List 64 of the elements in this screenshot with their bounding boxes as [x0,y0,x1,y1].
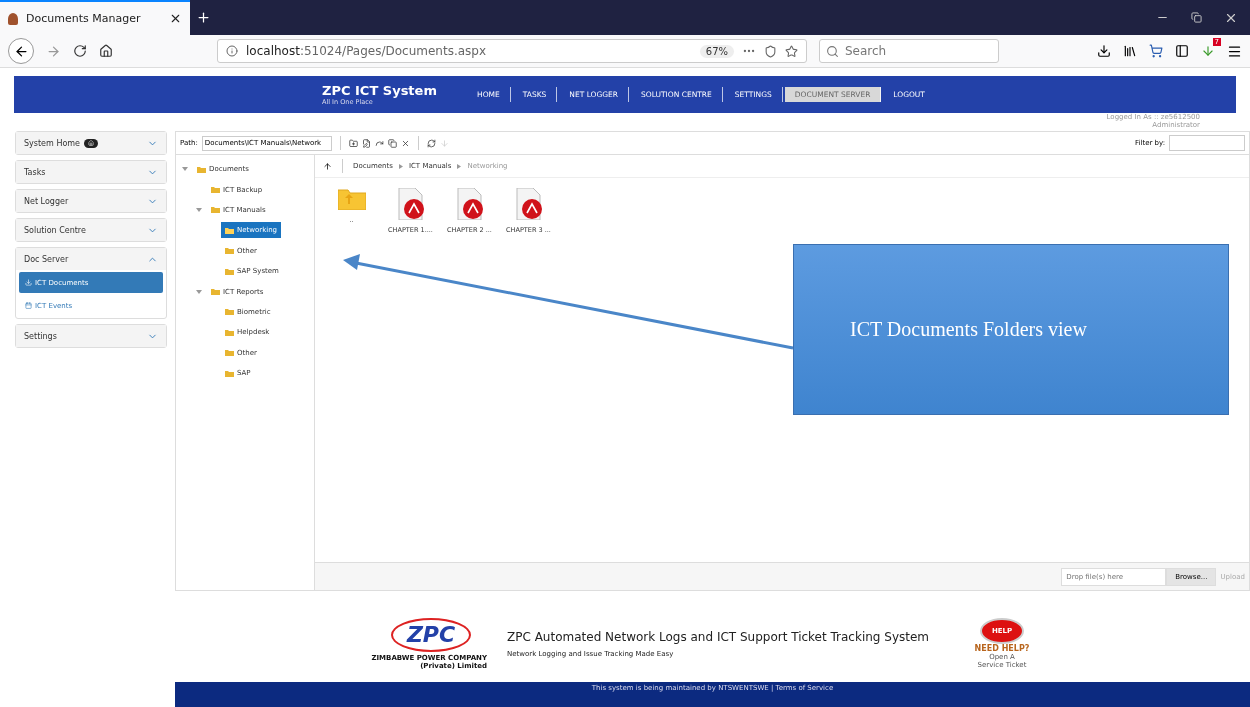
rename-icon[interactable] [361,138,371,148]
site-title: ZPC ICT System [322,83,438,98]
favicon-icon [8,12,18,25]
extension-icon[interactable] [1201,44,1215,58]
new-folder-icon[interactable] [348,138,358,148]
zoom-level[interactable]: 67% [699,44,734,58]
folder-up-icon [337,188,366,210]
reload-icon[interactable] [73,44,87,58]
calendar-icon [25,302,32,309]
browser-tab[interactable]: Documents Manager [0,0,190,35]
sidebar-item[interactable]: System Home [16,132,166,154]
folder-icon [225,369,234,377]
folder-icon [225,267,234,275]
folder-icon [225,247,234,255]
info-icon [226,45,238,57]
filter-field[interactable] [1169,135,1245,151]
expand-down-icon[interactable] [196,206,202,213]
shield-icon[interactable] [764,44,777,58]
refresh-icon[interactable] [426,138,436,148]
forward-icon[interactable] [46,43,61,59]
close-icon[interactable] [169,12,182,25]
back-button[interactable] [8,38,34,64]
folder-icon [225,349,234,357]
folder-icon [197,165,206,173]
folder-icon [225,308,234,316]
library-icon[interactable] [1123,44,1137,58]
tab-title: Documents Manager [26,12,142,25]
sidebar-item[interactable]: Net Logger [16,190,166,212]
pdf-file-icon [395,188,426,220]
download-icon [25,279,32,286]
folder-icon [211,186,220,194]
search-field[interactable]: Search [819,39,999,63]
pdf-file-icon [454,188,485,220]
menu-icon[interactable] [1227,43,1242,59]
cart-icon[interactable] [1149,44,1163,58]
sidebar-item[interactable]: Solution Centre [16,219,166,241]
new-tab-icon[interactable] [196,10,211,25]
restore-icon[interactable] [1191,12,1202,23]
redo-icon[interactable] [374,138,384,148]
pdf-file-icon [513,188,544,220]
folder-icon [225,226,234,234]
callout-text: ICT Documents Folders view [850,318,1087,341]
expand-down-icon[interactable] [196,288,202,295]
folder-icon [211,206,220,214]
download-icon[interactable] [1097,44,1111,58]
breadcrumb-separator-icon [398,163,403,169]
star-icon[interactable] [785,44,798,58]
url-text: localhost:51024/Pages/Documents.aspx [246,44,487,58]
folder-icon [211,288,220,296]
sidebar-item[interactable]: Tasks [16,161,166,183]
system-title: ZPC Automated Network Logs and ICT Support Ticket Tracking System [507,629,931,644]
sidebar-icon[interactable] [1175,44,1189,58]
folder-icon [225,328,234,336]
sidebar-item[interactable]: Settings [16,325,166,347]
delete-icon[interactable] [400,138,410,148]
sidebar-item[interactable]: Doc Server [16,248,166,270]
home-icon[interactable] [99,44,113,58]
up-arrow-icon[interactable] [323,161,332,171]
company-logo: ZPC [390,617,472,652]
breadcrumb-separator-icon [457,163,462,169]
expand-down-icon[interactable] [182,166,188,173]
search-icon [826,44,839,58]
address-bar[interactable]: localhost:51024/Pages/Documents.aspx 67% [217,39,807,63]
copy-icon[interactable] [387,138,397,148]
